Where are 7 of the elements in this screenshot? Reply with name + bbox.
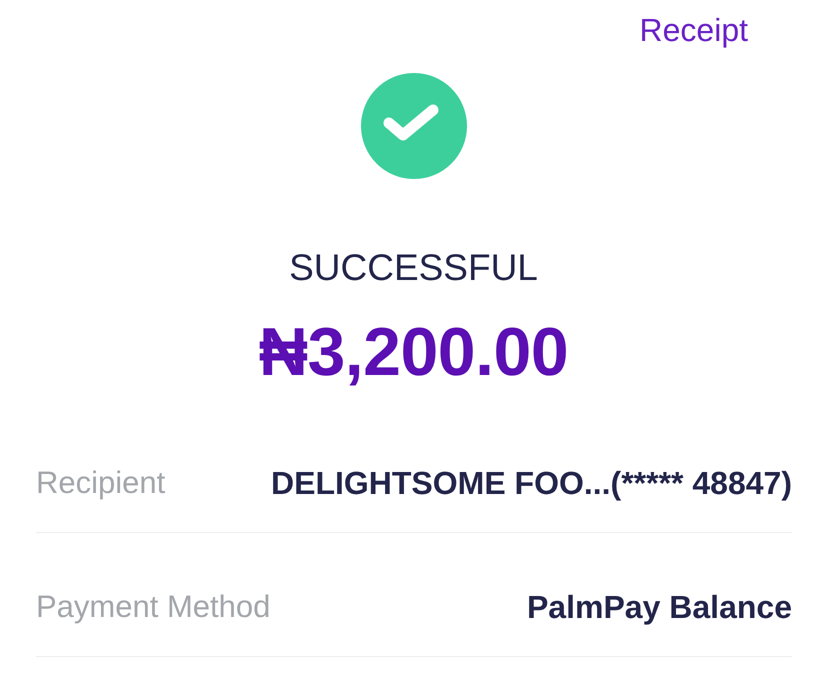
status-text: SUCCESSFUL <box>289 246 538 290</box>
amount-text: ₦3,200.00 <box>258 312 568 392</box>
detail-value: PalmPay Balance <box>526 588 792 628</box>
detail-label: Payment Method <box>36 588 270 626</box>
detail-label: Recipient <box>36 464 166 502</box>
detail-value: DELIGHTSOME FOO...(***** 48847) <box>270 464 792 504</box>
receipt-link[interactable]: Receipt <box>640 11 748 50</box>
